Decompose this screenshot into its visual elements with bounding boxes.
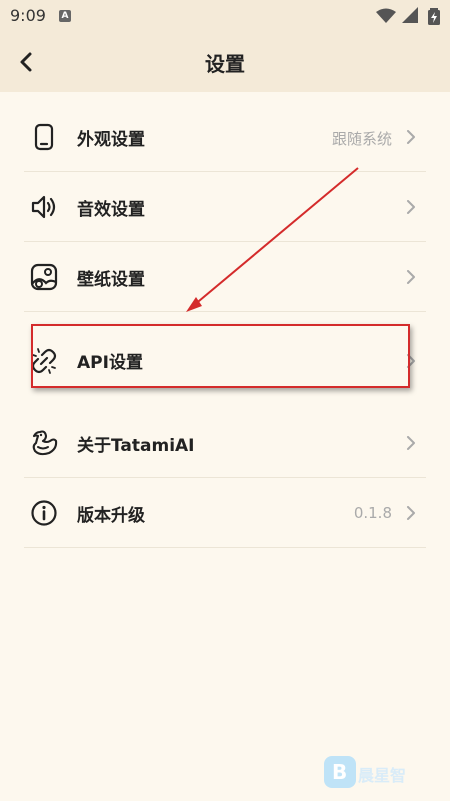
phone-icon [34,123,54,151]
watermark-text: 晨星智 [358,766,407,785]
status-bar: 9:09 A [0,0,450,32]
chevron-right-icon [407,436,415,450]
settings-item-label: 关于TatamiAI [77,436,195,456]
chevron-right-icon [407,130,415,144]
status-icons [376,7,440,25]
info-icon [31,500,57,526]
settings-item-sound[interactable]: 音效设置 [0,172,450,242]
chevron-right-icon [407,200,415,214]
settings-item-version[interactable]: 版本升级 0.1.8 [0,478,450,548]
annotation-highlight-box [31,324,410,388]
settings-item-label: 壁纸设置 [77,270,145,290]
page-title: 设置 [205,52,245,76]
settings-item-value: 跟随系统 [331,130,392,148]
settings-item-label: 音效设置 [77,200,145,220]
notification-badge-icon: A [59,10,71,22]
wallpaper-icon [30,263,58,291]
settings-item-label: 外观设置 [77,130,145,150]
speaker-icon [31,195,56,219]
settings-item-wallpaper[interactable]: 壁纸设置 [0,242,450,312]
signal-icon [402,7,418,23]
chevron-right-icon [407,506,415,520]
svg-text:B: B [332,760,347,784]
app-bar: 设置 [0,32,450,92]
settings-item-value: 0.1.8 [353,504,392,522]
settings-item-appearance[interactable]: 外观设置 跟随系统 [0,102,450,172]
divider [24,547,426,548]
battery-icon [428,8,440,25]
settings-item-label: 版本升级 [77,506,145,526]
settings-item-about[interactable]: 关于TatamiAI [0,408,450,478]
status-time: 9:09 [10,6,46,25]
chevron-right-icon [407,270,415,284]
wifi-icon [376,8,396,23]
duck-icon [32,430,58,456]
